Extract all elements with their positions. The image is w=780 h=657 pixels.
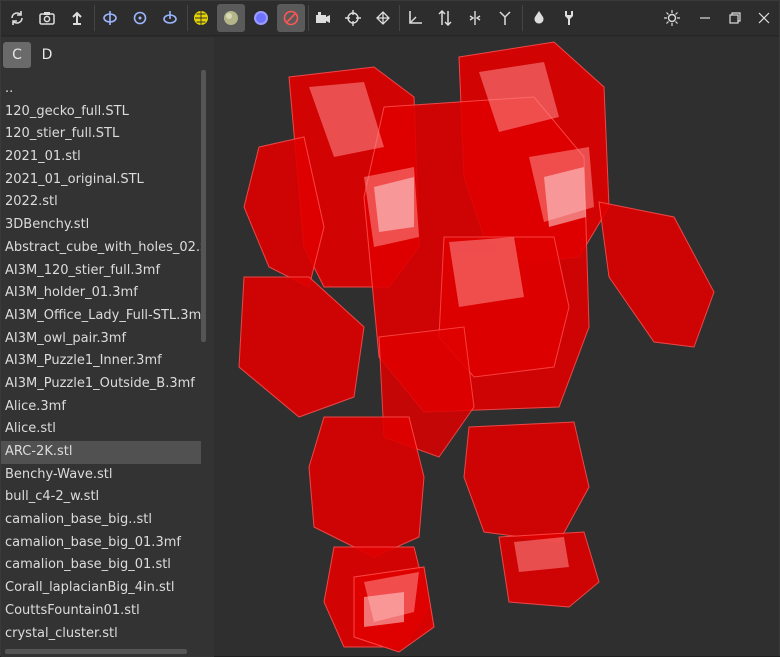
flip-y-icon <box>438 9 452 27</box>
rotate-z-button[interactable] <box>156 4 184 32</box>
axes-button[interactable] <box>401 4 429 32</box>
file-list-item[interactable]: AI3M_holder_01.3mf <box>1 282 201 305</box>
file-list-item[interactable]: AI3M_owl_pair.3mf <box>1 328 201 351</box>
flat-shading-icon <box>254 11 268 25</box>
rotate-z-icon <box>163 11 177 24</box>
file-list-item[interactable]: 2021_01.stl <box>1 146 201 169</box>
minimize-button[interactable] <box>691 4 719 32</box>
file-list-item[interactable]: camalion_base_big..stl <box>1 509 201 532</box>
camera-button[interactable] <box>309 4 337 32</box>
mesh-icon <box>376 11 390 25</box>
file-list-item[interactable]: Alice.stl <box>1 418 201 441</box>
file-list-item[interactable]: Abstract_cube_with_holes_02.STL <box>1 237 201 260</box>
tab-drive-d[interactable]: D <box>33 42 61 68</box>
flip-z-icon <box>499 11 511 25</box>
flip-z-button[interactable] <box>491 4 519 32</box>
export-button[interactable] <box>63 4 91 32</box>
screenshot-button[interactable] <box>33 4 61 32</box>
file-list-item[interactable]: 120_gecko_full.STL <box>1 101 201 124</box>
file-list-item[interactable]: camalion_base_big_01.3mf <box>1 532 201 555</box>
toolbar-separator <box>94 5 95 31</box>
file-browser: C D .. 120_gecko_full.STL 120_stier_full.S… <box>1 37 214 657</box>
drop-icon <box>534 11 544 24</box>
flip-y-button[interactable] <box>431 4 459 32</box>
file-list-item[interactable]: 120_stier_full.STL <box>1 123 201 146</box>
file-list-item[interactable]: 2021_01_original.STL <box>1 169 201 192</box>
reload-icon <box>11 11 23 25</box>
crosshair-icon <box>345 10 361 26</box>
file-list-item[interactable]: Corall_laplacianBig_4in.stl <box>1 577 201 600</box>
file-list-item[interactable]: AI3M_Puzzle1_Inner.3mf <box>1 350 201 373</box>
toolbar <box>1 1 779 36</box>
tab-drive-c[interactable]: C <box>3 42 31 68</box>
smooth-shading-button[interactable] <box>217 4 245 32</box>
mesh-button[interactable] <box>369 4 397 32</box>
file-list-item[interactable]: Benchy-Wave.stl <box>1 464 201 487</box>
app-window: C D .. 120_gecko_full.STL 120_stier_full.S… <box>0 0 780 657</box>
export-icon <box>72 11 82 25</box>
file-list-item[interactable]: bull_c4-2_w.stl <box>1 486 201 509</box>
file-list-item[interactable]: Alice.3mf <box>1 396 201 419</box>
screenshot-icon <box>39 12 55 25</box>
3d-viewport[interactable] <box>214 37 779 656</box>
flip-x-icon <box>469 11 481 25</box>
file-list-item[interactable]: CouttsFountain01.stl <box>1 600 201 623</box>
file-list-item[interactable]: AI3M_Office_Lady_Full-STL.3mf <box>1 305 201 328</box>
file-list-item[interactable]: AI3M_120_stier_full.3mf <box>1 260 201 283</box>
file-list: .. 120_gecko_full.STL 120_stier_full.STL 20… <box>1 78 201 645</box>
file-list-item[interactable]: camalion_base_big_01.stl <box>1 554 201 577</box>
xray-shading-button[interactable] <box>277 4 305 32</box>
smooth-shading-icon <box>224 11 238 25</box>
flip-x-button[interactable] <box>461 4 489 32</box>
restore-button[interactable] <box>721 4 749 32</box>
model-render <box>238 41 715 653</box>
file-list-item[interactable]: ARC-2K.stl <box>1 441 201 464</box>
axes-icon <box>409 11 422 24</box>
camera-icon <box>316 12 330 23</box>
minimize-icon <box>700 17 710 19</box>
file-list-item[interactable]: .. <box>1 78 201 101</box>
rotate-y-button[interactable] <box>126 4 154 32</box>
toolbar-separator <box>399 5 400 31</box>
horizontal-scrollbar[interactable] <box>5 649 187 654</box>
file-list-item[interactable]: 3DBenchy.stl <box>1 214 201 237</box>
restore-icon <box>729 12 741 24</box>
close-icon <box>758 12 770 24</box>
toolbar-separator <box>522 5 523 31</box>
theme-button[interactable] <box>658 4 686 32</box>
theme-icon <box>664 10 680 26</box>
rotate-y-icon <box>133 11 147 25</box>
reload-button[interactable] <box>3 4 31 32</box>
vertical-scrollbar[interactable] <box>201 70 206 342</box>
wireframe-shading-button[interactable] <box>187 4 215 32</box>
xray-shading-icon <box>283 10 299 26</box>
wrench-icon <box>565 11 573 25</box>
rotate-x-icon <box>103 11 117 25</box>
close-button[interactable] <box>750 4 778 32</box>
crosshair-button[interactable] <box>339 4 367 32</box>
file-list-item[interactable]: crystal_cluster.stl <box>1 623 201 646</box>
wrench-button[interactable] <box>555 4 583 32</box>
drop-button[interactable] <box>525 4 553 32</box>
rotate-x-button[interactable] <box>96 4 124 32</box>
wireframe-shading-icon <box>194 11 208 25</box>
file-list-item[interactable]: 2022.stl <box>1 191 201 214</box>
file-list-item[interactable]: AI3M_Puzzle1_Outside_B.3mf <box>1 373 201 396</box>
flat-shading-button[interactable] <box>247 4 275 32</box>
